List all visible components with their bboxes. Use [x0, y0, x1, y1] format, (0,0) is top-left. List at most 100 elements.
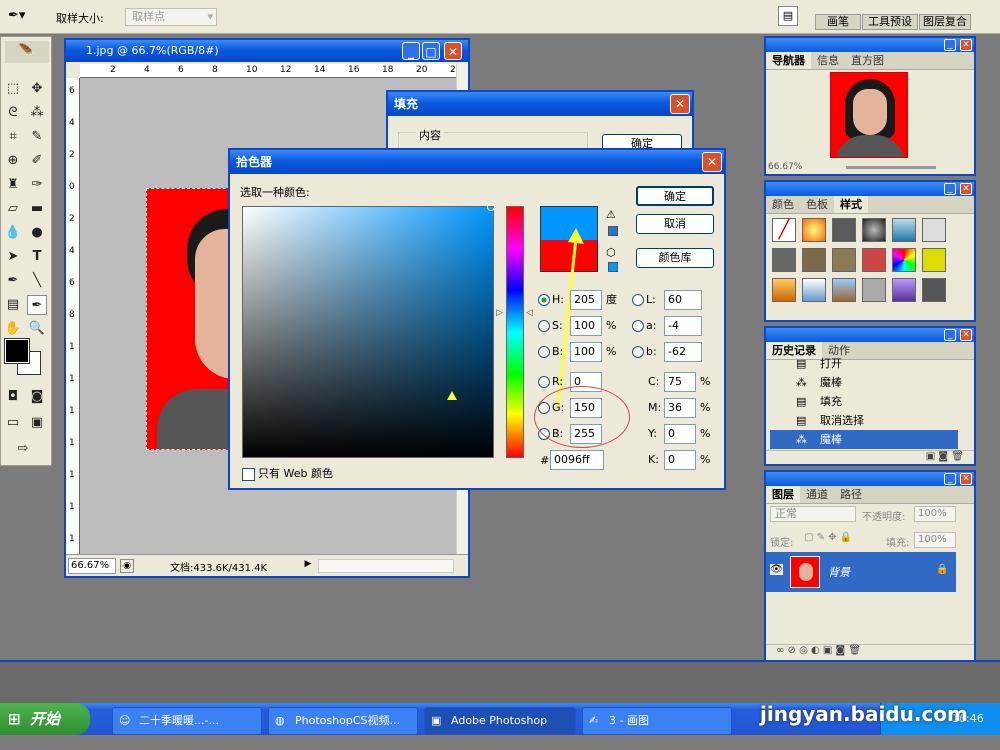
tab-navigator[interactable]: 导航器 — [766, 52, 811, 69]
brush-tool-icon[interactable]: ✐ — [27, 151, 47, 171]
eyedropper-tool-icon[interactable]: ✒ — [27, 295, 47, 315]
opacity-field[interactable]: 100% — [914, 506, 956, 522]
style-swatch[interactable] — [862, 248, 886, 272]
path-select-tool-icon[interactable]: ➤ — [3, 247, 23, 267]
crop-tool-icon[interactable]: ⌗ — [3, 127, 23, 147]
lock-icons[interactable]: ▢ ✎ ✥ 🔒 — [804, 532, 852, 543]
history-brush-icon[interactable]: ✑ — [27, 175, 47, 195]
slice-tool-icon[interactable]: ✎ — [27, 127, 47, 147]
cyan-field[interactable]: 75 — [664, 372, 696, 392]
navigator-close-icon[interactable]: ✕ — [960, 39, 972, 51]
lasso-tool-icon[interactable]: ᘓ — [3, 103, 23, 123]
style-swatch[interactable] — [922, 278, 946, 302]
style-swatch[interactable] — [802, 218, 826, 242]
history-minimize-icon[interactable]: _ — [944, 329, 956, 341]
style-swatch[interactable] — [802, 278, 826, 302]
zoom-field[interactable]: 66.67% — [68, 558, 116, 574]
layer-row[interactable]: 👁 背景 🔒 — [766, 552, 956, 592]
lab-b-field[interactable]: -62 — [664, 342, 702, 362]
notes-tool-icon[interactable]: ▤ — [3, 295, 23, 315]
saturation-radio[interactable] — [538, 320, 550, 332]
lab-a-radio[interactable] — [632, 320, 644, 332]
move-tool-icon[interactable]: ✥ — [27, 79, 47, 99]
blend-mode-select[interactable]: 正常 — [770, 506, 856, 522]
hue-radio[interactable] — [538, 294, 550, 306]
magenta-field[interactable]: 36 — [664, 398, 696, 418]
eraser-tool-icon[interactable]: ▱ — [3, 199, 23, 219]
color-picker-close-icon[interactable]: ✕ — [702, 152, 722, 172]
history-item[interactable]: ▤ 取消选择 — [770, 411, 958, 430]
web-safe-swatch[interactable] — [608, 262, 618, 272]
dock-tab-0[interactable]: 画笔 — [815, 14, 861, 30]
cancel-button[interactable]: 取消 — [636, 214, 714, 234]
magic-wand-tool-icon[interactable]: ⁂ — [27, 103, 47, 123]
gamut-swatch[interactable] — [608, 226, 618, 236]
lab-b-radio[interactable] — [632, 346, 644, 358]
brightness-field[interactable]: 100 — [570, 342, 602, 362]
style-swatch[interactable] — [772, 248, 796, 272]
minimize-icon[interactable]: _ — [402, 42, 420, 60]
brightness-radio[interactable] — [538, 346, 550, 358]
lab-a-field[interactable]: -4 — [664, 316, 702, 336]
style-swatch[interactable] — [862, 278, 886, 302]
foreground-color-swatch[interactable] — [4, 338, 30, 364]
lab-l-field[interactable]: 60 — [664, 290, 702, 310]
color-field[interactable] — [242, 203, 495, 458]
style-swatch[interactable] — [922, 218, 946, 242]
tab-info[interactable]: 信息 — [811, 52, 845, 69]
history-item-selected[interactable]: ⁂ 魔棒 — [770, 430, 958, 449]
history-panel-header[interactable] — [766, 328, 974, 342]
color-library-button[interactable]: 颜色库 — [636, 248, 714, 268]
maximize-icon[interactable]: □ — [422, 42, 440, 60]
fill-close-icon[interactable]: ✕ — [670, 94, 690, 114]
hue-slider[interactable] — [506, 206, 524, 458]
style-swatch[interactable] — [832, 218, 856, 242]
styles-panel-header[interactable] — [766, 182, 974, 196]
palette-well-icon[interactable]: ▤ — [778, 6, 798, 26]
dodge-tool-icon[interactable]: ● — [27, 223, 47, 243]
navigator-zoom-text[interactable]: 66.67% — [768, 162, 802, 172]
layers-minimize-icon[interactable]: _ — [944, 473, 956, 485]
tab-histogram[interactable]: 直方图 — [845, 52, 890, 69]
dock-tab-1[interactable]: 工具预设 — [862, 14, 918, 30]
navigator-minimize-icon[interactable]: _ — [944, 39, 956, 51]
hex-field[interactable]: 0096ff — [550, 450, 604, 470]
web-safe-cube-icon[interactable]: ⬡ — [606, 246, 616, 259]
fill-dialog-title-bar[interactable]: 填充 — [388, 92, 692, 116]
style-swatch[interactable] — [832, 248, 856, 272]
web-only-checkbox[interactable] — [242, 468, 255, 481]
hue-slider-left-arrow-icon[interactable]: ▷ — [496, 308, 503, 318]
stamp-tool-icon[interactable]: ♜ — [3, 175, 23, 195]
tab-channels[interactable]: 通道 — [800, 486, 834, 503]
dock-tab-2[interactable]: 图层复合 — [919, 14, 971, 30]
style-swatch[interactable] — [892, 278, 916, 302]
hand-tool-icon[interactable]: ✋ — [3, 319, 23, 339]
taskbar-item-paint[interactable]: ✍ 3 - 画图 — [582, 707, 732, 735]
red-radio[interactable] — [538, 376, 550, 388]
taskbar-item-photoshop[interactable]: ▣ Adobe Photoshop — [424, 707, 576, 735]
style-swatch[interactable] — [862, 218, 886, 242]
tab-swatches[interactable]: 色板 — [800, 196, 834, 213]
saturation-field[interactable]: 100 — [570, 316, 602, 336]
tab-paths[interactable]: 路径 — [834, 486, 868, 503]
history-item[interactable]: ⁂ 魔棒 — [770, 373, 958, 392]
navigator-zoom-slider[interactable] — [846, 166, 936, 169]
screen-mode-icon[interactable]: ▭ — [3, 413, 23, 433]
sample-size-select[interactable]: 取样点 ▾ — [125, 8, 217, 26]
hue-field[interactable]: 205 — [570, 290, 602, 310]
healing-brush-icon[interactable]: ⊕ — [3, 151, 23, 171]
layers-close-icon[interactable]: ✕ — [960, 473, 972, 485]
pen-tool-icon[interactable]: ✒ — [3, 271, 23, 291]
screen-mode-full-icon[interactable]: ▣ — [27, 413, 47, 433]
line-tool-icon[interactable]: ╲ — [27, 271, 47, 291]
style-swatch[interactable] — [772, 278, 796, 302]
style-swatch[interactable] — [922, 248, 946, 272]
lab-l-radio[interactable] — [632, 294, 644, 306]
tab-color[interactable]: 颜色 — [766, 196, 800, 213]
styles-close-icon[interactable]: ✕ — [960, 183, 972, 195]
hue-slider-right-arrow-icon[interactable]: ◁ — [526, 308, 533, 318]
taskbar-item-browser[interactable]: ◍ PhotoshopCS视频... — [268, 707, 418, 735]
horizontal-scrollbar[interactable] — [318, 559, 454, 573]
history-close-icon[interactable]: ✕ — [960, 329, 972, 341]
quick-mask-icon[interactable]: ◘ — [3, 387, 23, 407]
